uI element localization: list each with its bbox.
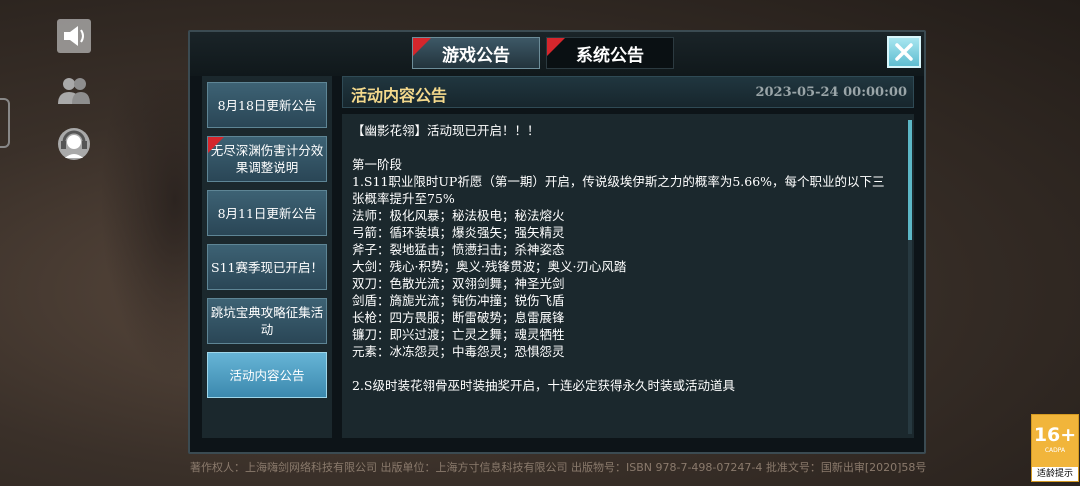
content-header: 活动内容公告 2023-05-24 00:00:00	[342, 76, 914, 108]
list-item-guide-contest[interactable]: 跳坑宝典攻略征集活动	[207, 298, 327, 344]
content-title: 活动内容公告	[351, 86, 448, 105]
scrollbar-thumb[interactable]	[908, 120, 912, 240]
list-item-label: 活动内容公告	[229, 367, 305, 383]
new-flag	[208, 137, 224, 153]
list-item-label: S11赛季现已开启！	[211, 259, 323, 275]
tab-system-announcement[interactable]: 系统公告	[546, 37, 674, 69]
list-item-abyss-damage[interactable]: 无尽深渊伤害计分效果调整说明	[207, 136, 327, 182]
content-date: 2023-05-24 00:00:00	[755, 85, 907, 100]
list-item-label: 跳坑宝典攻略征集活动	[210, 305, 324, 337]
content-body[interactable]: 【幽影花翎】活动现已开启！！！ 第一阶段 1.S11职业限时UP祈愿（第一期）开…	[342, 114, 914, 438]
copyright-footer: 著作权人：上海嗨剑网络科技有限公司 出版单位：上海方寸信息科技有限公司 出版物号…	[190, 461, 927, 474]
friends-icon[interactable]	[54, 70, 94, 110]
list-item-aug11-update[interactable]: 8月11日更新公告	[207, 190, 327, 236]
list-item-event-content[interactable]: 活动内容公告	[207, 352, 327, 398]
rating-org: CADPA	[1044, 447, 1066, 454]
list-item-label: 无尽深渊伤害计分效果调整说明	[210, 143, 324, 175]
tab-game-announcement[interactable]: 游戏公告	[412, 37, 540, 69]
support-headset-icon[interactable]	[54, 124, 94, 164]
announcement-text: 【幽影花翎】活动现已开启！！！ 第一阶段 1.S11职业限时UP祈愿（第一期）开…	[352, 123, 885, 393]
age-rating-badge: 16+ CADPA 适龄提示	[1031, 414, 1079, 482]
list-item-s11-season[interactable]: S11赛季现已开启！	[207, 244, 327, 290]
speaker-icon[interactable]	[54, 16, 94, 56]
age-rating: 16+	[1033, 424, 1077, 446]
new-flag	[547, 38, 565, 56]
close-icon	[895, 43, 913, 61]
modal-header: 游戏公告 系统公告	[190, 32, 924, 76]
list-item-aug18-update[interactable]: 8月18日更新公告	[207, 82, 327, 128]
announcement-list[interactable]: 8月18日更新公告 无尽深渊伤害计分效果调整说明 8月11日更新公告 S11赛季…	[202, 76, 332, 438]
list-item-label: 8月11日更新公告	[217, 205, 317, 221]
tab-label: 游戏公告	[442, 45, 510, 66]
tab-label: 系统公告	[576, 45, 644, 66]
edge-handle[interactable]	[0, 98, 10, 148]
age-tip: 适龄提示	[1032, 467, 1078, 481]
close-button[interactable]	[887, 36, 921, 68]
announcement-modal: 游戏公告 系统公告 8月18日更新公告 无尽深渊伤害计分效果调整说明 8月11日…	[188, 30, 926, 454]
list-item-label: 8月18日更新公告	[217, 97, 317, 113]
new-flag	[413, 38, 431, 56]
